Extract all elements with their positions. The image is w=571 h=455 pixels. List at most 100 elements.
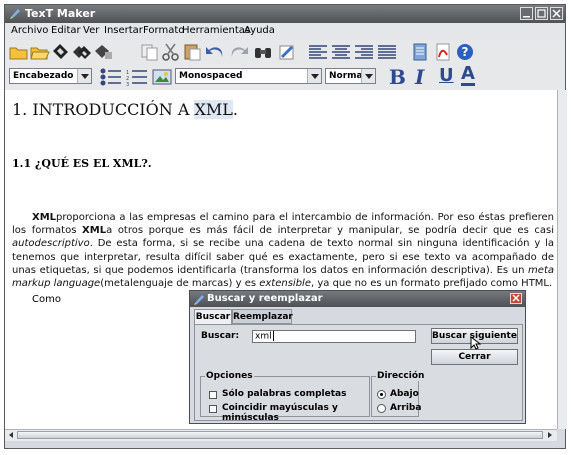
para-text-3: . De esta forma, si se recibe una cadena… bbox=[12, 238, 554, 276]
align-justify-icon[interactable] bbox=[377, 43, 397, 61]
insert-image-icon[interactable] bbox=[152, 68, 172, 86]
para-text-4: (metalenguaje de marcas) y es bbox=[100, 278, 260, 290]
undo-icon[interactable] bbox=[205, 43, 225, 61]
chevron-down-icon bbox=[307, 69, 321, 83]
maximize-button[interactable] bbox=[535, 7, 548, 20]
close-dialog-button[interactable]: Cerrar bbox=[431, 349, 518, 365]
menu-ver[interactable]: Ver bbox=[83, 25, 99, 36]
app-pen-icon bbox=[10, 9, 20, 19]
redo-icon[interactable] bbox=[229, 43, 249, 61]
para-italic-1: autodescriptivo bbox=[12, 238, 90, 250]
title-bar[interactable]: TexT Maker bbox=[5, 5, 565, 23]
svg-text:3: 3 bbox=[126, 82, 129, 86]
minimize-icon bbox=[523, 16, 530, 18]
underline-button[interactable]: U bbox=[439, 65, 454, 86]
bold-button[interactable]: B bbox=[389, 65, 406, 89]
menu-insertar[interactable]: Insertar bbox=[104, 25, 143, 36]
heading-1-suffix: . bbox=[232, 100, 238, 119]
replace-icon[interactable] bbox=[277, 43, 297, 61]
direction-down-label: Abajo bbox=[390, 389, 419, 399]
match-case-checkbox[interactable] bbox=[209, 405, 217, 413]
find-replace-dialog: Buscar y reemplazar Buscar Reemplazar Bu… bbox=[189, 290, 526, 424]
match-case-label: Coincidir mayúsculas y minúsculas bbox=[222, 403, 338, 423]
para-text-2: a otros porque es más fácil de interpret… bbox=[106, 225, 555, 237]
whole-words-checkbox[interactable] bbox=[209, 391, 217, 399]
find-binoculars-icon[interactable] bbox=[253, 43, 273, 61]
options-group: Opciones Sólo palabras completas Coincid… bbox=[200, 371, 370, 423]
scroll-left-icon[interactable] bbox=[7, 431, 15, 439]
vertical-scrollbar[interactable] bbox=[557, 90, 567, 429]
dialog-close-button[interactable] bbox=[510, 293, 522, 304]
para-italic-3: extensible bbox=[259, 278, 311, 290]
align-right-icon[interactable] bbox=[354, 43, 374, 61]
paste-icon[interactable] bbox=[182, 43, 202, 61]
scroll-thumb[interactable] bbox=[17, 431, 543, 439]
bullet-list-icon[interactable] bbox=[99, 68, 123, 86]
menu-ayuda[interactable]: Ayuda bbox=[244, 25, 275, 36]
heading-1: 1. INTRODUCCIÓN A XML. bbox=[12, 100, 238, 119]
maximize-icon bbox=[537, 9, 546, 18]
save-all-icon[interactable] bbox=[72, 43, 92, 61]
close-button[interactable] bbox=[550, 7, 563, 20]
para-text-5: , ya que no es un formato prefijado como… bbox=[310, 278, 553, 290]
italic-button[interactable]: I bbox=[415, 65, 424, 89]
save-icon[interactable] bbox=[51, 43, 71, 61]
menu-archivo[interactable]: Archivo bbox=[11, 25, 48, 36]
tab-buscar[interactable]: Buscar bbox=[194, 309, 232, 325]
heading-1-prefix: 1. INTRODUCCIÓN A bbox=[12, 100, 195, 119]
numbered-list-icon[interactable]: 123 bbox=[125, 68, 149, 86]
font-color-button[interactable]: A bbox=[461, 65, 475, 86]
para-bold-2: XML bbox=[82, 225, 107, 237]
dialog-title: Buscar y reemplazar bbox=[207, 293, 323, 304]
direction-up-radio[interactable] bbox=[377, 404, 386, 413]
mouse-cursor-icon bbox=[470, 336, 481, 350]
body-paragraph: XMLproporciona a las empresas el camino … bbox=[12, 211, 554, 290]
close-icon bbox=[552, 9, 561, 18]
horizontal-scrollbar[interactable] bbox=[5, 429, 557, 441]
whole-words-label: Sólo palabras completas bbox=[222, 389, 347, 399]
heading-2: 1.1 ¿QUÉ ES EL XML?. bbox=[12, 157, 152, 170]
dialog-title-bar[interactable]: Buscar y reemplazar bbox=[190, 291, 525, 307]
menu-bar: Archivo Editar Ver Insertar Formato Herr… bbox=[5, 23, 565, 41]
direction-group-title: Dirección bbox=[376, 371, 426, 381]
text-caret bbox=[272, 331, 274, 341]
print-icon[interactable] bbox=[93, 43, 113, 61]
search-panel: Buscar: xml Buscar siguiente Cerrar Opci… bbox=[194, 324, 523, 423]
chevron-down-icon bbox=[77, 69, 91, 83]
font-family-select[interactable]: Monospaced bbox=[175, 68, 322, 84]
menu-formato[interactable]: Formato bbox=[143, 25, 184, 36]
text-line-como: Como bbox=[32, 294, 61, 305]
window-title: TexT Maker bbox=[25, 7, 96, 20]
help-icon[interactable]: ? bbox=[455, 43, 475, 61]
svg-text:?: ? bbox=[462, 45, 469, 59]
minimize-button[interactable] bbox=[520, 7, 533, 20]
direction-up-label: Arriba bbox=[390, 403, 422, 413]
format-toolbar: Encabezado 1 123 Monospaced Normal B I U… bbox=[5, 64, 565, 91]
export-pdf-icon[interactable] bbox=[433, 43, 453, 61]
tab-reemplazar[interactable]: Reemplazar bbox=[232, 309, 293, 324]
paragraph-style-value: Encabezado 1 bbox=[13, 71, 83, 81]
cut-icon[interactable] bbox=[161, 43, 181, 61]
scroll-right-icon[interactable] bbox=[546, 431, 554, 439]
search-input-value: xml bbox=[255, 331, 272, 342]
copy-icon[interactable] bbox=[140, 43, 160, 61]
align-left-icon[interactable] bbox=[308, 43, 328, 61]
menu-herramientas[interactable]: Herramientas bbox=[182, 25, 250, 36]
paragraph-style-select[interactable]: Encabezado 1 bbox=[9, 68, 92, 84]
direction-down-radio[interactable] bbox=[377, 390, 386, 399]
align-center-icon[interactable] bbox=[331, 43, 351, 61]
chevron-down-icon bbox=[361, 69, 375, 83]
export-document-icon[interactable] bbox=[410, 43, 430, 61]
options-group-title: Opciones bbox=[205, 371, 254, 381]
main-toolbar: ? bbox=[5, 40, 565, 65]
font-weight-select[interactable]: Normal bbox=[325, 68, 376, 84]
close-icon bbox=[512, 294, 520, 302]
search-label: Buscar: bbox=[201, 331, 240, 341]
open-folder-icon[interactable] bbox=[30, 43, 50, 61]
search-input[interactable]: xml bbox=[252, 330, 416, 343]
para-bold-1: XML bbox=[32, 212, 57, 223]
direction-group: Dirección Abajo Arriba bbox=[371, 371, 426, 417]
font-family-value: Monospaced bbox=[179, 71, 243, 81]
menu-editar[interactable]: Editar bbox=[51, 25, 81, 36]
new-folder-icon[interactable] bbox=[9, 43, 29, 61]
